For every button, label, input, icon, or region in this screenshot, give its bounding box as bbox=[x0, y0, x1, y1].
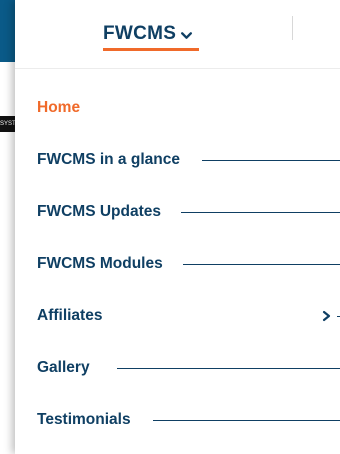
header-divider bbox=[292, 16, 293, 40]
menu-item-label: Affiliates bbox=[37, 307, 103, 324]
background-header-block bbox=[0, 0, 15, 62]
menu-item-divider-line bbox=[202, 160, 340, 161]
menu-item-fwcms-modules[interactable]: FWCMS Modules bbox=[15, 248, 340, 280]
menu-item-divider-line bbox=[181, 212, 340, 213]
menu-item-gallery[interactable]: Gallery bbox=[15, 352, 340, 384]
menu-item-divider-line bbox=[153, 420, 340, 421]
chevron-down-icon bbox=[181, 31, 193, 39]
background-clipped-label: SYSTEM bbox=[0, 116, 15, 132]
brand-dropdown[interactable]: FWCMS bbox=[103, 18, 193, 50]
menu-item-divider-line bbox=[183, 264, 340, 265]
menu-item-home[interactable]: Home bbox=[15, 92, 340, 124]
brand-title: FWCMS bbox=[103, 23, 177, 44]
menu-item-label: Home bbox=[37, 99, 81, 116]
menu-item-label: FWCMS Updates bbox=[37, 203, 161, 220]
menu-item-fwcms-updates[interactable]: FWCMS Updates bbox=[15, 196, 340, 228]
menu-item-affiliates[interactable]: Affiliates bbox=[15, 300, 340, 332]
menu-item-label: Gallery bbox=[37, 359, 90, 376]
chevron-right-icon bbox=[322, 310, 331, 322]
menu-item-label: FWCMS in a glance bbox=[37, 151, 180, 168]
menu-item-label: FWCMS Modules bbox=[37, 255, 163, 272]
menu-item-fwcms-in-a-glance[interactable]: FWCMS in a glance bbox=[15, 144, 340, 176]
brand-active-underline bbox=[103, 48, 199, 51]
nav-header: FWCMS bbox=[15, 0, 340, 69]
menu-item-divider-line bbox=[117, 368, 340, 369]
background-page-strip bbox=[0, 0, 15, 454]
mobile-nav-panel: FWCMS Home FWCMS in a glance FWCMS Updat… bbox=[15, 0, 340, 454]
menu-item-label: Testimonials bbox=[37, 411, 131, 428]
menu-item-testimonials[interactable]: Testimonials bbox=[15, 404, 340, 436]
